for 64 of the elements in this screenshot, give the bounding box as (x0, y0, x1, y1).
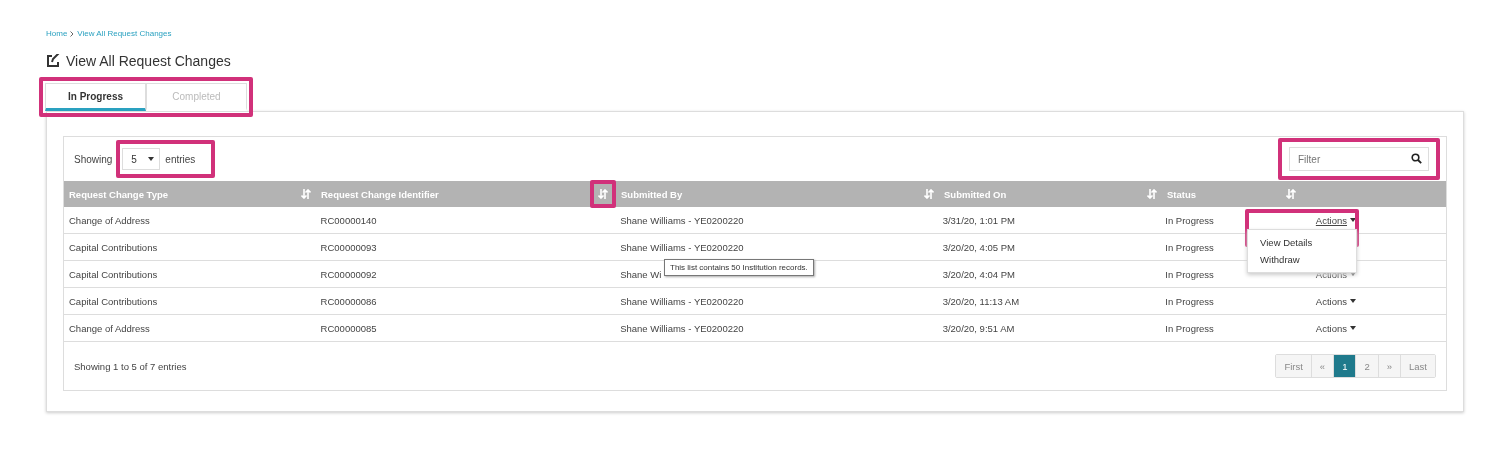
pagination-button[interactable]: 2 (1355, 355, 1378, 377)
column-header[interactable]: Request Change Type (69, 188, 169, 200)
sort-icon[interactable] (1286, 189, 1296, 199)
table-cell: Capital Contributions (69, 241, 158, 253)
pagination-button[interactable]: « (1310, 355, 1334, 377)
table-cell: Capital Contributions (69, 268, 158, 280)
actions-dropdown[interactable]: Actions (1315, 214, 1356, 226)
table-cell: Change of Address (69, 322, 150, 334)
table-info: Showing 1 to 5 of 7 entries (74, 360, 187, 372)
length-label: entries (165, 153, 196, 165)
filter-field[interactable]: Filter (1289, 147, 1429, 171)
table-cell: Capital Contributions (69, 295, 158, 307)
breadcrumb-link[interactable]: Home (46, 29, 68, 38)
table-cell: Shane Williams - YE0200220 (620, 322, 744, 334)
pagination-button[interactable]: Last (1400, 355, 1435, 377)
actions-dropdown[interactable]: Actions (1315, 295, 1356, 307)
sort-icon[interactable] (598, 189, 608, 199)
column-header[interactable]: Status (1167, 188, 1197, 200)
pagination-button[interactable]: 1 (1333, 355, 1356, 377)
table-cell: In Progress (1165, 214, 1214, 226)
table-cell: In Progress (1165, 241, 1214, 253)
menu-item[interactable]: View Details (1248, 234, 1357, 251)
search-icon (1411, 153, 1422, 164)
tab[interactable]: Completed (146, 83, 247, 111)
column-header[interactable]: Submitted By (621, 188, 683, 200)
page-title: View All Request Changes (66, 53, 231, 69)
table-cell: RC00000140 (320, 214, 377, 226)
tab[interactable]: In Progress (45, 83, 146, 111)
page-size-select[interactable]: 5 (122, 148, 161, 170)
tooltip: This list contains 50 Institution records. (664, 259, 814, 276)
column-header[interactable]: Submitted On (944, 188, 1007, 200)
table-cell: Shane Williams - YE0200220 (620, 241, 744, 253)
pagination-button[interactable]: First (1276, 355, 1311, 377)
caret-icon (1350, 326, 1356, 330)
table-cell: Change of Address (69, 214, 150, 226)
table-cell: RC00000092 (320, 268, 377, 280)
caret-icon (148, 157, 155, 161)
pagination-button[interactable]: » (1377, 355, 1401, 377)
caret-icon (1350, 299, 1356, 303)
table-cell: RC00000085 (320, 322, 377, 334)
table-cell: Shane Wi (620, 268, 662, 280)
table-cell: 3/20/20, 11:13 AM (942, 295, 1020, 307)
caret-icon (1350, 218, 1356, 222)
sort-icon[interactable] (301, 189, 311, 199)
sort-icon[interactable] (1147, 189, 1157, 199)
table-cell: 3/20/20, 9:51 AM (942, 322, 1015, 334)
length-label: Showing (74, 153, 113, 165)
table-cell: 3/20/20, 4:05 PM (942, 241, 1015, 253)
chevron-icon (70, 30, 75, 37)
breadcrumb-link[interactable]: View All Request Changes (77, 29, 172, 38)
table-cell: Shane Williams - YE0200220 (620, 295, 744, 307)
table-cell: In Progress (1165, 322, 1214, 334)
table-cell: 3/31/20, 1:01 PM (942, 214, 1015, 226)
table-cell: Shane Williams - YE0200220 (620, 214, 744, 226)
actions-dropdown[interactable]: Actions (1315, 322, 1356, 334)
table-cell: In Progress (1165, 295, 1214, 307)
table-cell: RC00000086 (320, 295, 377, 307)
table-cell: RC00000093 (320, 241, 377, 253)
edit-icon (46, 54, 60, 68)
menu-item[interactable]: Withdraw (1248, 251, 1357, 268)
table-cell: In Progress (1165, 268, 1214, 280)
sort-icon[interactable] (924, 189, 934, 199)
table-cell: 3/20/20, 4:04 PM (942, 268, 1015, 280)
column-header[interactable]: Request Change Identifier (321, 188, 439, 200)
